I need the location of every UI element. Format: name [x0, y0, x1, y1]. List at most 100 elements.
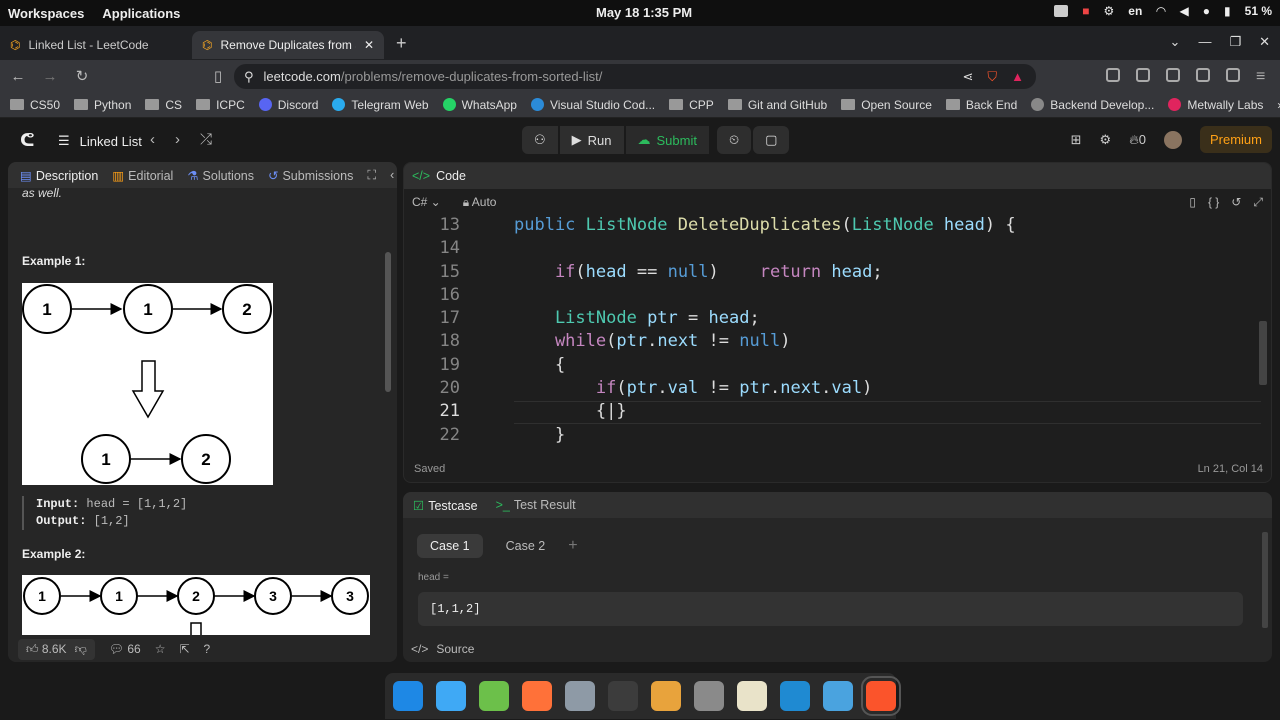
- expand-icon[interactable]: ⤢: [1253, 195, 1263, 210]
- code-line[interactable]: 16: [404, 285, 1271, 308]
- extension-icon[interactable]: [1106, 68, 1120, 82]
- back-icon[interactable]: ←: [4, 68, 32, 85]
- bookmark-telegram-web[interactable]: Telegram Web: [332, 98, 429, 112]
- premium-button[interactable]: Premium: [1199, 126, 1272, 153]
- code-line[interactable]: 17 ListNode ptr = head;: [404, 308, 1271, 331]
- notes-button[interactable]: ▢: [753, 126, 790, 154]
- code-line[interactable]: 15 if(head == null) return head;: [404, 262, 1271, 285]
- brave-icon[interactable]: [861, 676, 901, 716]
- run-button[interactable]: ▶ Run: [559, 126, 624, 154]
- bookmark-back-end[interactable]: Back End: [945, 98, 1017, 112]
- streak-counter[interactable]: 🔥︎0: [1129, 132, 1146, 148]
- tab-solutions[interactable]: ⚗ Solutions: [187, 168, 254, 183]
- settings-icon[interactable]: [694, 681, 724, 711]
- bookmark-cs[interactable]: CS: [145, 98, 182, 112]
- mic-icon[interactable]: ●: [1203, 4, 1210, 18]
- description-scrollbar[interactable]: [385, 192, 391, 652]
- prev-problem-icon[interactable]: ‹: [150, 131, 155, 148]
- dislike-icon[interactable]: 👎︎: [75, 642, 87, 657]
- forward-icon[interactable]: →: [36, 68, 64, 85]
- close-window-icon[interactable]: ✕: [1259, 34, 1270, 50]
- reset-icon[interactable]: ↺: [1231, 195, 1241, 210]
- shuffle-icon[interactable]: ⤮: [200, 131, 212, 148]
- timer-button[interactable]: ⏲: [716, 126, 752, 154]
- submit-button[interactable]: ☁ Submit: [625, 126, 709, 154]
- close-tab-icon[interactable]: ✕: [364, 38, 374, 52]
- clock[interactable]: May 18 1:35 PM: [596, 5, 692, 20]
- new-tab-button[interactable]: +: [396, 33, 407, 54]
- sidebar-icon[interactable]: [1196, 68, 1210, 82]
- bookmark-icpc[interactable]: ICPC: [196, 98, 245, 112]
- code-editor[interactable]: 13 public ListNode DeleteDuplicates(ListN…: [404, 215, 1271, 448]
- param-input[interactable]: [1,1,2]: [418, 592, 1243, 626]
- like-button[interactable]: 👍︎ 8.6K: [26, 642, 67, 657]
- tab-description[interactable]: ▤ Description: [20, 168, 98, 183]
- menu-icon[interactable]: ≡: [1256, 68, 1270, 85]
- app-grid-icon[interactable]: [479, 681, 509, 711]
- next-problem-icon[interactable]: ›: [175, 131, 180, 148]
- tab-testcase[interactable]: ☑ Testcase: [413, 498, 478, 513]
- code-line[interactable]: 18 while(ptr.next != null): [404, 331, 1271, 354]
- language-select[interactable]: C# ⌄: [412, 195, 441, 209]
- fullscreen-icon[interactable]: ⛶: [367, 168, 376, 183]
- case-1-tab[interactable]: Case 1: [417, 534, 483, 558]
- volume-icon[interactable]: ◀: [1180, 4, 1189, 18]
- comments-button[interactable]: 💬︎ 66: [109, 642, 141, 656]
- puzzle-icon[interactable]: [1166, 68, 1180, 82]
- code-line[interactable]: 20 if(ptr.val != ptr.next.val): [404, 378, 1271, 401]
- add-case-icon[interactable]: +: [568, 537, 577, 555]
- brave-shield-icon[interactable]: ⛉: [987, 69, 997, 85]
- tab-editorial[interactable]: ▥ Editorial: [112, 168, 173, 183]
- collapse-icon[interactable]: ‹: [390, 168, 394, 183]
- software-center-icon[interactable]: [436, 681, 466, 711]
- text-editor-icon[interactable]: [737, 681, 767, 711]
- bookmark-cpp[interactable]: CPP: [669, 98, 714, 112]
- battery-icon[interactable]: ▮: [1224, 4, 1231, 18]
- share-icon[interactable]: ⇱: [179, 642, 189, 656]
- firefox-icon[interactable]: [522, 681, 552, 711]
- terminal-icon[interactable]: [608, 681, 638, 711]
- screen-icon[interactable]: [1054, 5, 1069, 17]
- bookmark-cs50[interactable]: CS50: [10, 98, 60, 112]
- bookmark-python[interactable]: Python: [74, 98, 131, 112]
- tab-linked-list[interactable]: ⌬ Linked List - LeetCode: [0, 31, 192, 59]
- bookmark-visual-studio-cod[interactable]: Visual Studio Cod...: [530, 98, 655, 112]
- vscode-icon[interactable]: [780, 681, 810, 711]
- layout-icon[interactable]: ⊞: [1071, 132, 1082, 148]
- bookmark-metwally-labs[interactable]: Metwally Labs: [1168, 98, 1263, 112]
- code-line[interactable]: 14: [404, 238, 1271, 261]
- bookmark-git-and-github[interactable]: Git and GitHub: [727, 98, 827, 112]
- code-line[interactable]: 13 public ListNode DeleteDuplicates(ListN…: [404, 215, 1271, 238]
- search-app-icon[interactable]: [393, 681, 423, 711]
- share-icon[interactable]: ⋖: [962, 69, 973, 85]
- tab-submissions[interactable]: ↺ Submissions: [268, 168, 353, 183]
- leetcode-logo-icon[interactable]: ᕦ: [20, 130, 35, 151]
- reload-icon[interactable]: ↻: [68, 67, 96, 85]
- chevron-down-icon[interactable]: ⌄: [1170, 34, 1181, 50]
- source-button[interactable]: </> Source: [411, 642, 474, 656]
- code-line[interactable]: 22 }: [404, 425, 1271, 448]
- bookmark-icon[interactable]: ▯: [204, 67, 232, 85]
- applications-button[interactable]: Applications: [102, 6, 180, 21]
- star-icon[interactable]: ☆: [155, 642, 166, 656]
- minimize-icon[interactable]: —: [1198, 34, 1211, 50]
- workspaces-button[interactable]: Workspaces: [8, 6, 84, 21]
- extension-icon[interactable]: [1136, 68, 1150, 82]
- avatar[interactable]: [1163, 130, 1182, 149]
- site-settings-icon[interactable]: ⚲: [244, 69, 254, 85]
- wallet-icon[interactable]: [1226, 68, 1240, 82]
- bookmark-discord[interactable]: Discord: [258, 98, 318, 112]
- language-indicator[interactable]: en: [1128, 4, 1142, 18]
- problem-list-button[interactable]: ☰ Linked List: [58, 133, 142, 149]
- help-icon[interactable]: ?: [204, 642, 211, 656]
- case-2-tab[interactable]: Case 2: [493, 534, 559, 558]
- record-icon[interactable]: ■: [1082, 4, 1089, 18]
- format-icon[interactable]: { }: [1208, 195, 1219, 210]
- gear-icon[interactable]: ⚙: [1104, 4, 1115, 18]
- debug-button[interactable]: ⚇: [522, 126, 558, 154]
- code-line[interactable]: 21 {|}: [404, 401, 1271, 425]
- auto-mode-toggle[interactable]: 🔒︎ Auto: [463, 195, 497, 210]
- editor-scrollbar[interactable]: [1259, 321, 1267, 385]
- testcase-scrollbar[interactable]: [1262, 532, 1268, 628]
- bookmark-whatsapp[interactable]: WhatsApp: [442, 98, 517, 112]
